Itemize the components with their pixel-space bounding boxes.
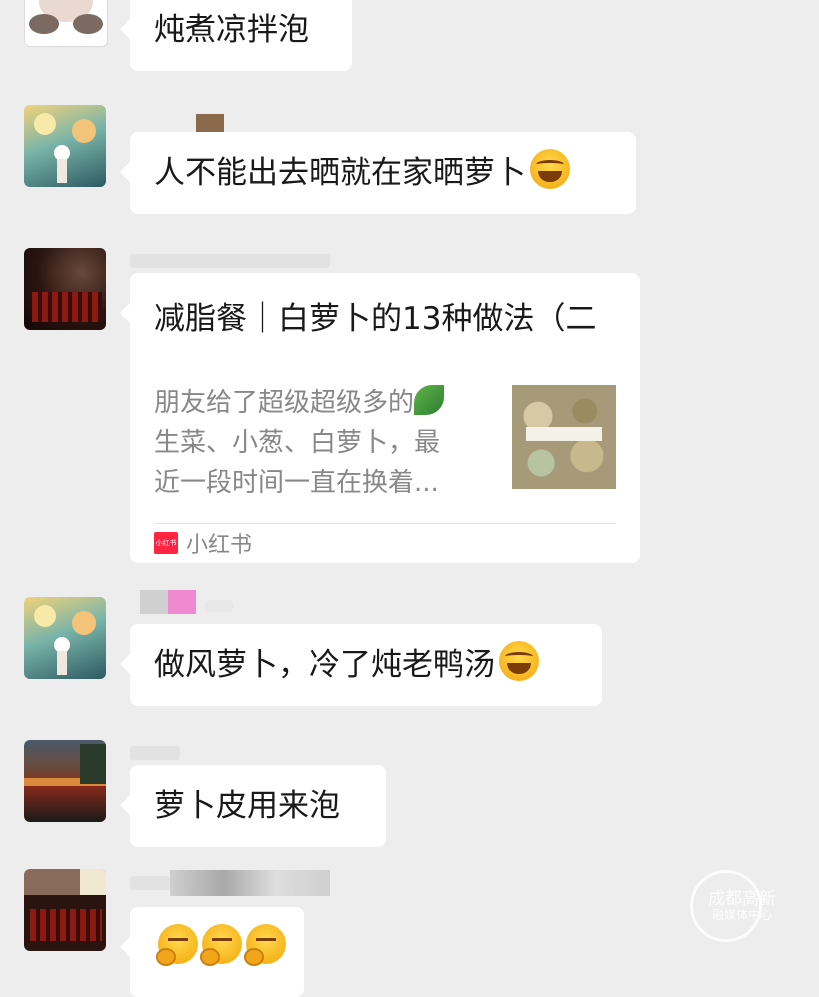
thinking-emoji-icon bbox=[200, 924, 242, 966]
message-bubble[interactable]: 炖煮凉拌泡 bbox=[120, 0, 352, 71]
avatar[interactable] bbox=[24, 740, 106, 822]
sender-name bbox=[130, 248, 330, 270]
card-source: 小红书 小红书 bbox=[154, 529, 253, 558]
message-bubble[interactable]: 萝卜皮用来泡 bbox=[120, 765, 386, 847]
avatar[interactable] bbox=[24, 597, 106, 679]
card-thumbnail bbox=[512, 385, 616, 489]
message-text: 炖煮凉拌泡 bbox=[154, 12, 309, 48]
laughing-emoji-icon bbox=[530, 149, 570, 189]
card-desc-line: 生菜、小葱、白萝卜，最 bbox=[154, 428, 441, 458]
lettuce-emoji-icon bbox=[414, 385, 445, 415]
source-label: 小红书 bbox=[186, 533, 253, 558]
link-card[interactable]: 减脂餐｜白萝卜的13种做法（二 朋友给了超级超级多的 生菜、小葱、白萝卜，最 近… bbox=[120, 273, 640, 563]
laughing-emoji-icon bbox=[499, 641, 539, 681]
message-bubble[interactable]: 人不能出去晒就在家晒萝卜 bbox=[120, 132, 636, 214]
avatar[interactable] bbox=[24, 248, 106, 330]
avatar[interactable] bbox=[24, 105, 106, 187]
card-description: 朋友给了超级超级多的 生菜、小葱、白萝卜，最 近一段时间一直在换着... bbox=[154, 383, 484, 503]
thinking-emoji-icon bbox=[156, 924, 198, 966]
avatar[interactable] bbox=[24, 0, 108, 47]
message-text: 做风萝卜，冷了炖老鸭汤 bbox=[154, 647, 495, 683]
sender-name bbox=[130, 588, 330, 614]
message-bubble[interactable]: 做风萝卜，冷了炖老鸭汤 bbox=[120, 624, 602, 706]
sender-name bbox=[130, 740, 330, 762]
message-text: 人不能出去晒就在家晒萝卜 bbox=[154, 155, 526, 191]
thinking-emoji-icon bbox=[244, 924, 286, 966]
sender-name bbox=[130, 112, 330, 134]
card-title: 减脂餐｜白萝卜的13种做法（二 bbox=[154, 301, 597, 337]
watermark: 成都高新 融媒体中心 bbox=[690, 870, 790, 950]
avatar[interactable] bbox=[24, 869, 106, 951]
xiaohongshu-logo-icon: 小红书 bbox=[154, 532, 178, 554]
message-text: 萝卜皮用来泡 bbox=[154, 788, 340, 824]
watermark-line2: 融媒体中心 bbox=[712, 908, 773, 922]
card-desc-line: 近一段时间一直在换着... bbox=[154, 468, 439, 498]
card-divider bbox=[154, 523, 616, 524]
card-desc-line: 朋友给了超级超级多的 bbox=[154, 388, 415, 418]
sender-name bbox=[130, 870, 330, 896]
